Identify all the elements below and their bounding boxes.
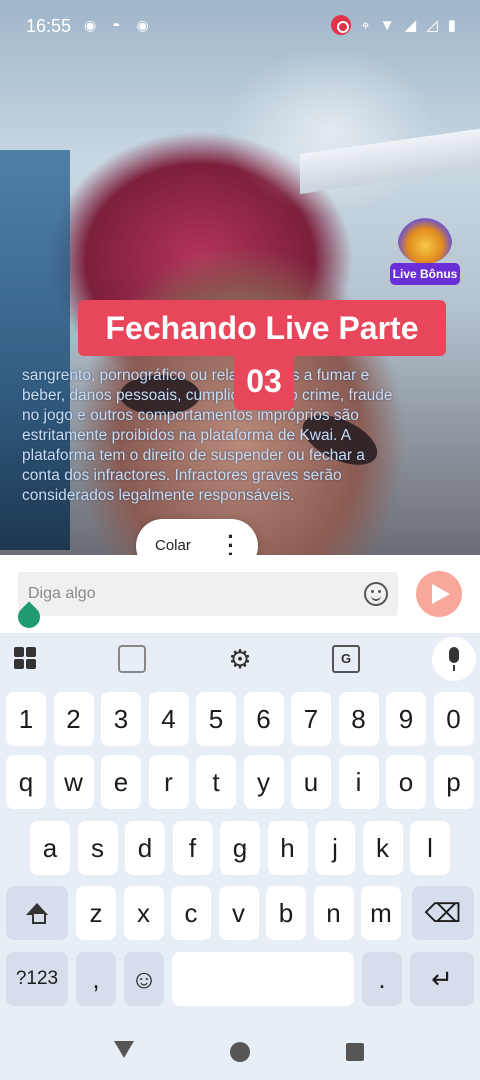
number-key-3[interactable]: 3 [101, 692, 141, 746]
number-key-4[interactable]: 4 [148, 692, 189, 746]
send-button[interactable] [416, 571, 462, 617]
apps-grid-icon[interactable] [12, 645, 40, 673]
location-icon: ⌖ [361, 16, 370, 34]
live-bonus-label: Live Bônus [390, 263, 460, 285]
status-icons: ⌖ ▼ ◢ ◿ ▮ [331, 15, 456, 35]
live-title-banner: Fechando Live Parte [78, 300, 446, 356]
shift-key[interactable] [6, 886, 68, 940]
letter-key-d[interactable]: d [125, 821, 165, 875]
space-key[interactable] [172, 952, 354, 1006]
letter-key-t[interactable]: t [196, 755, 236, 809]
letter-key-u[interactable]: u [291, 755, 331, 809]
period-key[interactable]: . [362, 952, 402, 1006]
letter-key-g[interactable]: g [220, 821, 260, 875]
letter-key-o[interactable]: o [386, 755, 426, 809]
navigation-bar [0, 1015, 480, 1080]
platform-warning-text: sangrento, pornográfico ou relacionados … [22, 367, 393, 504]
paste-button[interactable]: Colar [155, 537, 191, 554]
letter-key-k[interactable]: k [362, 821, 403, 875]
gear-icon[interactable]: ⚙ [226, 645, 254, 673]
comment-placeholder: Diga algo [28, 585, 96, 602]
keyboard: ⚙ G 1234567890 qwertyuiop asdfghjkl ⌫ zx… [0, 633, 480, 1015]
number-key-9[interactable]: 9 [386, 692, 426, 746]
letter-key-c[interactable]: c [171, 886, 211, 940]
letter-key-n[interactable]: n [313, 886, 354, 940]
back-icon[interactable] [114, 1041, 134, 1058]
symbols-key[interactable]: ?123 [6, 952, 68, 1006]
backspace-key[interactable]: ⌫ [412, 886, 474, 940]
signal-icon-2: ◿ [426, 17, 438, 34]
letter-key-v[interactable]: v [218, 886, 259, 940]
keyboard-toolbar: ⚙ G [0, 633, 480, 685]
enter-key[interactable]: ↵ [410, 952, 474, 1006]
background-shelf [300, 125, 480, 195]
letter-key-y[interactable]: y [243, 755, 284, 809]
letter-key-j[interactable]: j [315, 821, 355, 875]
number-key-7[interactable]: 7 [291, 692, 331, 746]
number-key-1[interactable]: 1 [6, 692, 46, 746]
home-icon[interactable] [230, 1042, 250, 1062]
letter-key-i[interactable]: i [338, 755, 379, 809]
emoji-key[interactable]: ☺ [124, 952, 164, 1006]
sticker-icon[interactable] [118, 645, 146, 673]
number-key-8[interactable]: 8 [338, 692, 379, 746]
status-time: 16:55 [26, 16, 72, 36]
letter-key-e[interactable]: e [101, 755, 141, 809]
letter-key-z[interactable]: z [76, 886, 116, 940]
live-bonus-button[interactable]: Live Bônus [390, 218, 460, 286]
number-key-2[interactable]: 2 [53, 692, 94, 746]
letter-key-m[interactable]: m [361, 886, 401, 940]
letter-key-w[interactable]: w [53, 755, 94, 809]
letter-key-x[interactable]: x [123, 886, 164, 940]
number-key-5[interactable]: 5 [196, 692, 236, 746]
comma-key[interactable]: , [76, 952, 116, 1006]
live-title-part-number: 03 [234, 352, 294, 410]
microphone-icon[interactable] [432, 637, 476, 681]
comment-input[interactable]: Diga algo [18, 572, 398, 616]
status-bar: 16:55 ◉ ◓ ◉ ⌖ ▼ ◢ ◿ ▮ [0, 0, 480, 52]
letter-key-p[interactable]: p [433, 755, 474, 809]
letter-key-a[interactable]: a [30, 821, 70, 875]
recent-apps-icon[interactable] [346, 1043, 364, 1061]
letter-key-b[interactable]: b [266, 886, 306, 940]
letter-key-l[interactable]: l [410, 821, 450, 875]
signal-icon: ◢ [404, 17, 417, 34]
comment-bar: Diga algo [0, 555, 480, 633]
letter-key-f[interactable]: f [172, 821, 213, 875]
emoji-icon[interactable] [364, 582, 388, 606]
letter-key-r[interactable]: r [148, 755, 189, 809]
letter-key-h[interactable]: h [267, 821, 308, 875]
letter-key-q[interactable]: q [6, 755, 46, 809]
wifi-icon: ▼ [379, 16, 395, 34]
letter-key-s[interactable]: s [77, 821, 118, 875]
translate-icon[interactable]: G [332, 645, 360, 673]
treasure-chest-icon [398, 218, 452, 264]
battery-icon: ▮ [447, 17, 456, 34]
number-key-0[interactable]: 0 [433, 692, 474, 746]
notification-icons: ◉ ◓ ◉ [84, 17, 155, 33]
number-key-6[interactable]: 6 [243, 692, 284, 746]
screen-record-icon [331, 15, 352, 35]
